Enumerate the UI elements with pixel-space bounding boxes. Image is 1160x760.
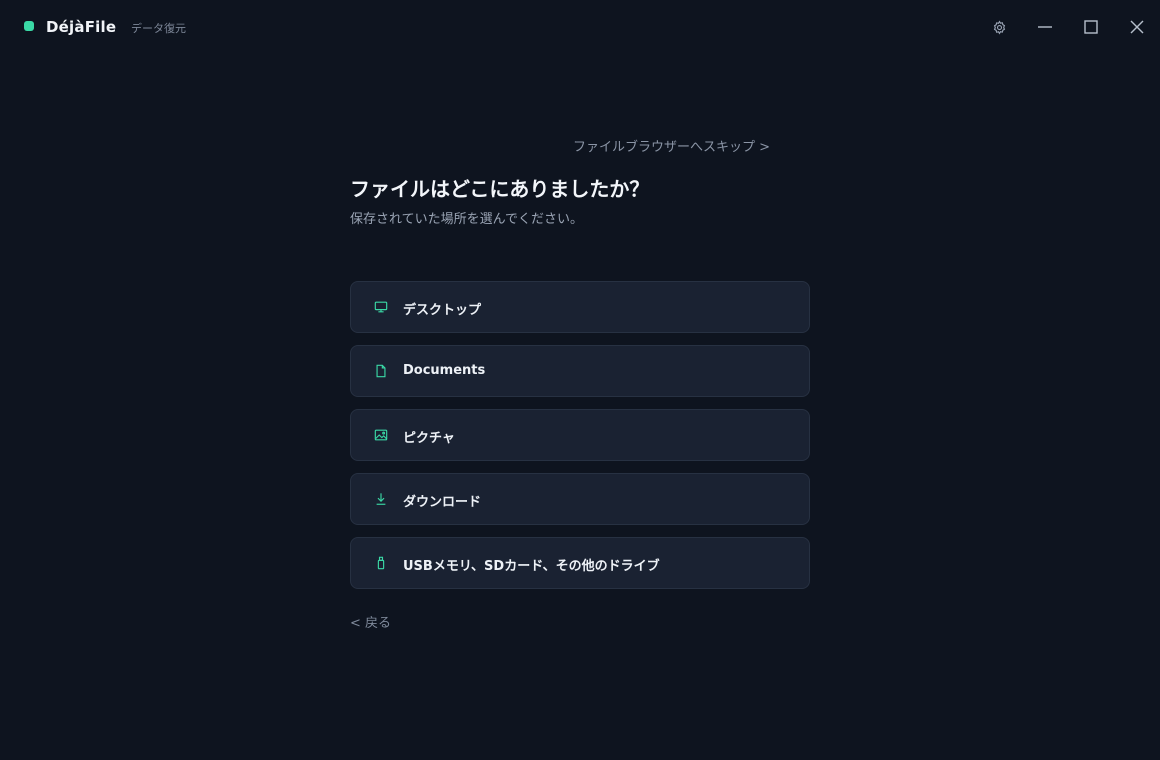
location-picker: ファイルブラウザーへスキップ > ファイルはどこにありましたか？ 保存されていた… [350, 0, 810, 760]
option-label: ダウンロード [403, 495, 482, 510]
monitor-icon [373, 299, 389, 315]
minimize-button[interactable] [1032, 14, 1058, 40]
option-label: Documents [403, 363, 486, 378]
image-icon [373, 427, 389, 443]
back-link[interactable]: < 戻る [350, 612, 391, 631]
close-button[interactable] [1124, 14, 1150, 40]
option-label: USBメモリ、SDカード、その他のドライブ [403, 559, 660, 574]
maximize-button[interactable] [1078, 14, 1104, 40]
document-icon [373, 363, 389, 379]
usb-drive-icon [373, 555, 389, 571]
maximize-icon [1084, 20, 1098, 34]
option-desktop[interactable]: デスクトップ [350, 281, 810, 333]
page-subtitle: 保存されていた場所を選んでください。 [350, 212, 583, 227]
option-pictures[interactable]: ピクチャ [350, 409, 810, 461]
app-name: DéjàFile [46, 18, 117, 36]
option-usb-drives[interactable]: USBメモリ、SDカード、その他のドライブ [350, 537, 810, 589]
option-label: デスクトップ [403, 303, 482, 318]
download-icon [373, 491, 389, 507]
gear-icon [993, 19, 1005, 35]
location-options: デスクトップ Documents ピクチャ ダウンロード USBメモリ、SDカー… [350, 281, 810, 601]
skip-to-file-browser-link[interactable]: ファイルブラウザーへスキップ > [573, 136, 770, 155]
option-label: ピクチャ [403, 431, 455, 446]
close-icon [1130, 20, 1144, 34]
app-subtitle: データ復元 [131, 22, 186, 35]
app-window: DéjàFile データ復元 ファイルブラウザーへスキップ > ファイルはどこに… [0, 0, 1160, 760]
minimize-icon [1038, 26, 1052, 28]
option-documents[interactable]: Documents [350, 345, 810, 397]
option-downloads[interactable]: ダウンロード [350, 473, 810, 525]
settings-button[interactable] [986, 14, 1012, 40]
app-logo-icon [24, 21, 34, 31]
page-title: ファイルはどこにありましたか？ [350, 177, 650, 201]
